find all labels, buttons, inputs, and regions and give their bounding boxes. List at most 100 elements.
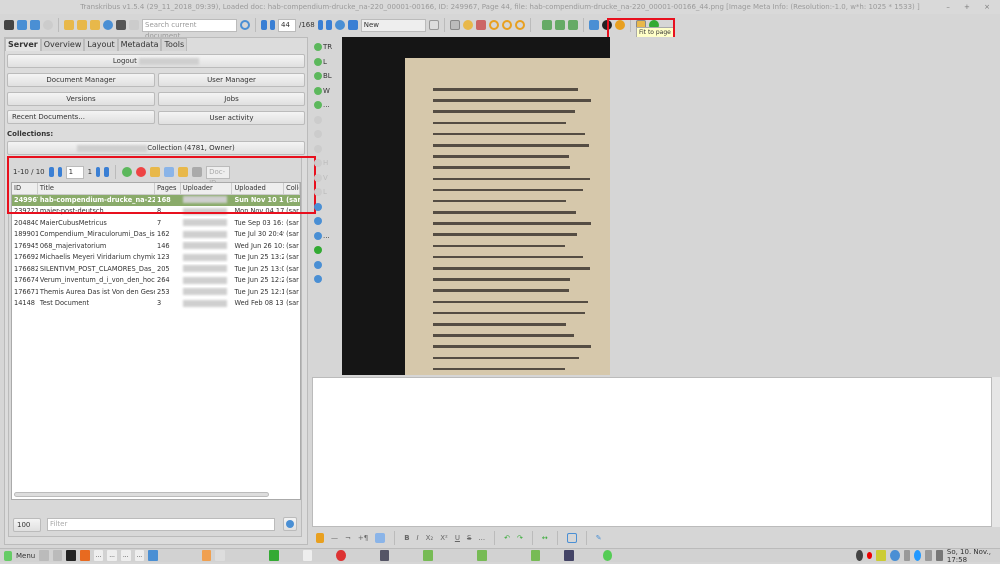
mint-menu-icon[interactable] [4, 550, 12, 561]
vtool-item[interactable]: TR [314, 40, 340, 55]
subscript-icon[interactable]: X₂ [426, 534, 434, 542]
zoom-out-icon[interactable] [514, 20, 525, 30]
terminal-icon[interactable] [66, 550, 77, 561]
reload-icon[interactable] [334, 20, 345, 30]
desktop-icon[interactable] [39, 550, 49, 561]
hyphen-icon[interactable]: ¬ [345, 534, 351, 542]
eye-icon[interactable] [462, 20, 473, 30]
next-page-icon[interactable] [317, 20, 323, 30]
vtool-item[interactable]: L [314, 185, 340, 200]
folder-add-icon[interactable] [77, 20, 87, 30]
strikethrough-icon[interactable]: S [467, 534, 471, 542]
keyboard-icon[interactable] [375, 533, 386, 543]
version-select[interactable]: New [360, 18, 426, 32]
vtool-item[interactable]: ... [314, 98, 340, 113]
tab-overview[interactable]: Overview [40, 38, 85, 51]
table-row[interactable]: 176671 Themis Aurea Das ist Von den Geset… [12, 287, 300, 299]
kile-icon[interactable] [268, 550, 279, 561]
shield-icon[interactable] [890, 550, 900, 561]
taskbar-button[interactable]: ... [134, 550, 145, 561]
undo-icon[interactable]: ↶ [504, 534, 510, 542]
clock[interactable]: So, 10. Nov., 17:58 [947, 548, 1000, 564]
record-icon[interactable] [866, 552, 873, 559]
table-row[interactable]: 189901Compendium_Miraculorumi_Das_ist_Ku… [12, 229, 300, 241]
last-page-icon[interactable] [325, 20, 332, 30]
folder-icon[interactable] [64, 20, 74, 30]
info-icon[interactable] [43, 20, 53, 30]
app-window-icon[interactable] [564, 550, 574, 561]
table-row[interactable]: 176692 Michaelis Meyeri Viridarium chymic… [12, 252, 300, 264]
print-icon[interactable] [116, 20, 126, 30]
bold-icon[interactable]: B [404, 534, 409, 542]
folder-export-icon[interactable] [90, 20, 100, 30]
italic-icon[interactable]: I [417, 534, 419, 542]
jobs-button[interactable]: Jobs [158, 92, 305, 106]
dash-icon[interactable]: — [331, 534, 338, 542]
signal-icon[interactable] [903, 550, 911, 561]
battery-icon[interactable] [935, 550, 943, 561]
tag-icon[interactable] [316, 533, 324, 543]
job-icon[interactable] [129, 20, 139, 30]
app-icon[interactable] [52, 550, 63, 561]
taskbar-button[interactable]: ... [120, 550, 131, 561]
underline-icon[interactable]: U [455, 534, 460, 542]
files-icon[interactable] [148, 550, 158, 561]
image-icon[interactable] [588, 20, 599, 30]
open-icon[interactable] [17, 20, 27, 30]
zoom-in-icon[interactable] [501, 20, 512, 30]
vtool-item[interactable] [314, 113, 340, 128]
window-controls[interactable]: – + × [946, 0, 996, 14]
pilcrow-icon[interactable]: +¶ [358, 534, 368, 542]
vtool-item[interactable]: L [314, 55, 340, 70]
first-page-icon[interactable] [261, 20, 267, 30]
sync-icon[interactable] [103, 20, 113, 30]
table-row[interactable]: 176674Verum_inventum_d_i_von_den_hochnüt… [12, 275, 300, 287]
screen-icon[interactable] [876, 550, 887, 561]
versions-button[interactable]: Versions [7, 92, 155, 106]
vtool-item[interactable] [314, 214, 340, 229]
user-manager-button[interactable]: User Manager [158, 73, 305, 87]
select-cursor-icon[interactable] [449, 20, 460, 30]
upload-icon[interactable] [30, 20, 40, 30]
folder-window-icon[interactable] [476, 550, 487, 561]
tab-metadata[interactable]: Metadata [117, 38, 162, 51]
more-icon[interactable]: ... [478, 534, 485, 542]
app-window-icon[interactable] [379, 550, 390, 561]
fit-width-icon[interactable] [554, 20, 565, 30]
edit-region-icon[interactable] [475, 20, 486, 30]
tools-icon[interactable]: ✎ [596, 534, 602, 542]
copy-icon[interactable] [428, 20, 439, 30]
menu-button[interactable]: Menu [16, 552, 35, 560]
tab-tools[interactable]: Tools [161, 38, 188, 51]
prev-page-icon[interactable] [270, 20, 275, 30]
vtool-item[interactable] [314, 142, 340, 157]
user-activity-button[interactable]: User activity [158, 111, 305, 125]
text-editor-icon[interactable] [201, 550, 212, 561]
folder-window-icon[interactable] [530, 550, 541, 561]
save-icon[interactable] [347, 20, 358, 30]
vtool-item[interactable] [314, 243, 340, 258]
tab-server[interactable]: Server [5, 38, 41, 51]
logout-button[interactable]: Logout [7, 54, 305, 68]
vtool-item[interactable]: V [314, 171, 340, 186]
recent-documents-dropdown[interactable]: Recent Documents... [7, 110, 155, 124]
folder-window-icon[interactable] [423, 550, 433, 561]
fit-height-icon[interactable] [567, 20, 578, 30]
superscript-icon[interactable]: X² [440, 534, 448, 542]
skype-icon[interactable] [914, 550, 922, 561]
document-manager-button[interactable]: Document Manager [7, 73, 155, 87]
vtool-item[interactable] [314, 200, 340, 215]
taskbar-button[interactable]: ... [107, 550, 117, 561]
link-icon[interactable]: ↔ [542, 534, 548, 542]
editor-scrollbar[interactable] [992, 377, 1000, 527]
app-window-icon[interactable] [602, 550, 613, 561]
vtool-item[interactable]: W [314, 84, 340, 99]
volume-icon[interactable] [925, 550, 932, 561]
vtool-item[interactable] [314, 258, 340, 273]
horizontal-scrollbar[interactable] [14, 492, 269, 497]
notes-icon[interactable] [302, 550, 313, 561]
zoom-icon[interactable] [488, 20, 499, 30]
redo-icon[interactable]: ↷ [517, 534, 523, 542]
vtool-item[interactable]: ... [314, 229, 340, 244]
taskbar-button[interactable]: ... [93, 550, 104, 561]
